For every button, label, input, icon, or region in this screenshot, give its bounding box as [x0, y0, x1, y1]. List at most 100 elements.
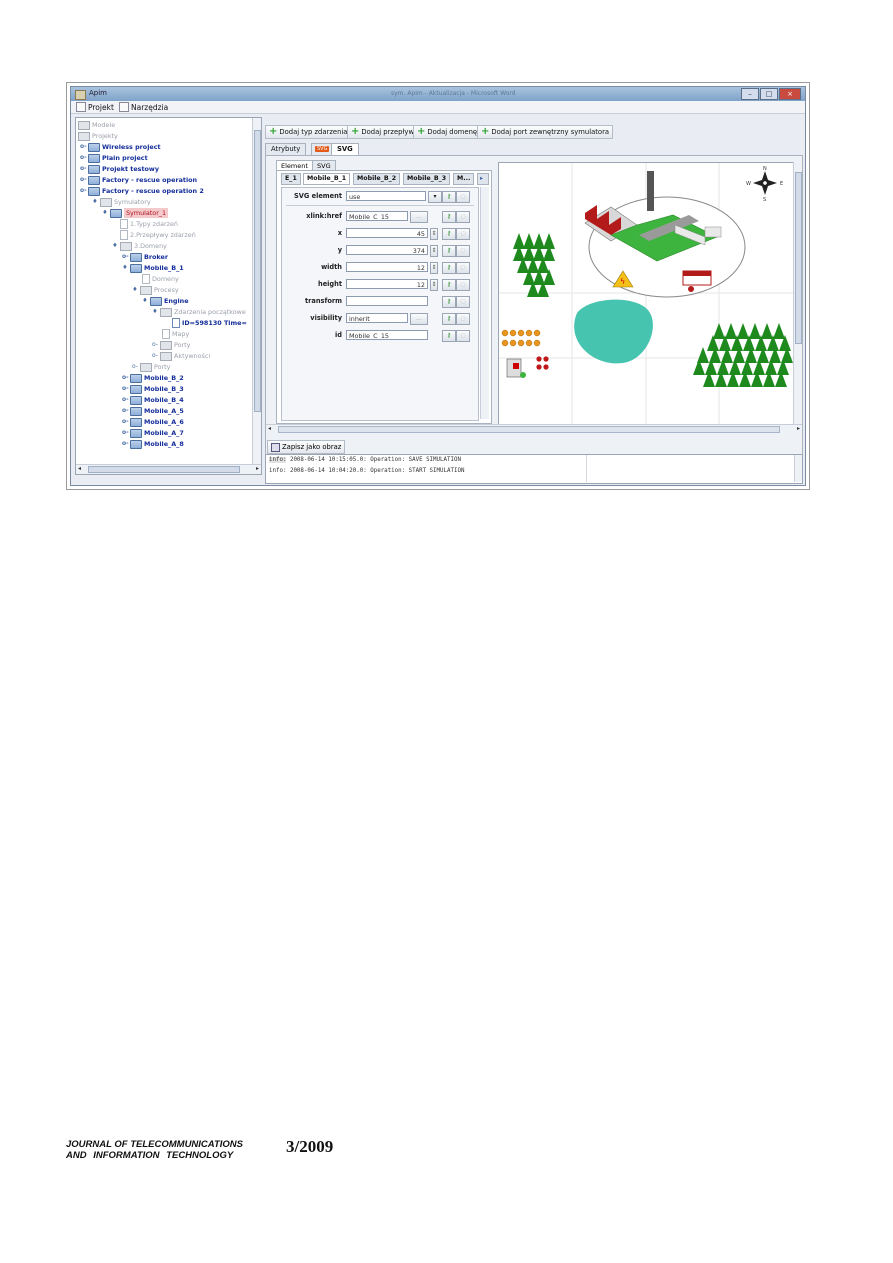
apply-key-icon[interactable]: ⚷ [442, 228, 456, 240]
apply-key-icon[interactable]: ⚷ [442, 262, 456, 274]
expand-handle-icon[interactable]: o- [122, 428, 129, 438]
tree-node-mobile-b-4[interactable]: o- Mobile_B_4 [122, 395, 184, 405]
scroll-left-icon[interactable]: ◂ [268, 425, 271, 432]
canvas-scroll-thumb[interactable] [795, 172, 802, 344]
collapse-handle-icon[interactable]: ♦ [132, 285, 138, 295]
canvas-horizontal-scrollbar[interactable]: ◂ ▸ [266, 424, 802, 434]
svg-canvas[interactable]: ϟ N S W E [498, 162, 794, 426]
tree-node-porty[interactable]: o- Porty [132, 362, 170, 372]
tree-hscroll-thumb[interactable] [88, 466, 240, 473]
width-field[interactable]: 12 [346, 262, 428, 272]
expand-handle-icon[interactable]: o- [122, 373, 129, 383]
scroll-right-icon[interactable]: ▸ [256, 465, 259, 472]
apply-key-icon[interactable]: ⚷ [442, 296, 456, 308]
scroll-left-icon[interactable]: ◂ [78, 465, 81, 472]
collapse-handle-icon[interactable]: ♦ [102, 208, 108, 218]
element-tab-mobile-b-2[interactable]: Mobile_B_2 [353, 173, 401, 185]
add-domain-button[interactable]: + Dodaj domenę [413, 125, 482, 139]
tree-node-domeny[interactable]: ♦ 3.Domeny [112, 241, 167, 251]
reset-icon[interactable]: ◌ [456, 313, 470, 325]
tree-node-symulatory[interactable]: ♦ Symulatory [92, 197, 151, 207]
tree-node-mobile-b-1[interactable]: ♦ Mobile_B_1 [122, 263, 184, 273]
tree-node-broker[interactable]: o- Broker [122, 252, 168, 262]
spinner-icon[interactable]: ⇕ [430, 262, 438, 274]
tree-node-domeny-sub[interactable]: Domeny [142, 274, 179, 284]
transform-field[interactable] [346, 296, 428, 306]
tree-node-mobile-a-6[interactable]: o- Mobile_A_6 [122, 417, 184, 427]
id-field[interactable]: Mobile_C_15 [346, 330, 428, 340]
spinner-icon[interactable]: ⇕ [430, 245, 438, 257]
tree-node-typy-zdarzen[interactable]: 1.Typy zdarzeń [120, 219, 178, 229]
tree-node-modele[interactable]: Modele [78, 120, 115, 130]
tree-node-engine[interactable]: ♦ Engine [142, 296, 189, 306]
spinner-icon[interactable]: ⇕ [430, 228, 438, 240]
element-tab-mobile-b-1[interactable]: Mobile_B_1 [303, 173, 351, 185]
tree-node-mobile-a-5[interactable]: o- Mobile_A_5 [122, 406, 184, 416]
tree-node-projekt-testowy[interactable]: o- Projekt testowy [80, 164, 159, 174]
log-scrollbar[interactable] [794, 455, 802, 482]
tree-node-mobile-b-2[interactable]: o- Mobile_B_2 [122, 373, 184, 383]
expand-handle-icon[interactable]: o- [132, 362, 138, 372]
element-tab-e1[interactable]: E_1 [281, 173, 301, 185]
tree-vertical-scrollbar[interactable] [252, 118, 261, 464]
element-tab-more[interactable]: M... [453, 173, 475, 185]
expand-handle-icon[interactable]: o- [122, 406, 129, 416]
reset-icon[interactable]: ◌ [456, 245, 470, 257]
tree-horizontal-scrollbar[interactable]: ◂ ▸ [76, 464, 261, 474]
tree-node-projekty[interactable]: Projekty [78, 131, 118, 141]
apply-key-icon[interactable]: ⚷ [442, 313, 456, 325]
apply-key-icon[interactable]: ⚷ [442, 211, 456, 223]
add-external-port-button[interactable]: + Dodaj port zewnętrzny symulatora [477, 125, 614, 139]
tabs-scroll-icon[interactable]: ▸ [477, 173, 489, 185]
expand-handle-icon[interactable]: o- [122, 417, 129, 427]
y-field[interactable]: 374 [346, 245, 428, 255]
svg-element-select[interactable]: use [346, 191, 426, 201]
tree-node-mobile-b-3[interactable]: o- Mobile_B_3 [122, 384, 184, 394]
save-as-image-button[interactable]: Zapisz jako obraz [267, 440, 346, 454]
tree-node-mapy[interactable]: Mapy [162, 329, 189, 339]
tree-node-symulator-1[interactable]: ♦ Symulator_1 [102, 208, 169, 218]
reset-icon[interactable]: ◌ [456, 279, 470, 291]
visibility-field[interactable]: inherit [346, 313, 408, 323]
collapse-handle-icon[interactable]: ♦ [142, 296, 148, 306]
canvas-hscroll-thumb[interactable] [278, 426, 780, 433]
attributes-scrollbar[interactable] [480, 187, 489, 419]
add-event-type-button[interactable]: + Dodaj typ zdarzenia [265, 125, 352, 139]
height-field[interactable]: 12 [346, 279, 428, 289]
hospital-icon[interactable] [506, 358, 526, 378]
expand-handle-icon[interactable]: o- [80, 153, 87, 163]
tree-node-procesy[interactable]: ♦ Procesy [132, 285, 179, 295]
collapse-handle-icon[interactable]: ♦ [112, 241, 118, 251]
collapse-handle-icon[interactable]: ♦ [122, 263, 128, 273]
reset-icon[interactable]: ◌ [456, 296, 470, 308]
browse-icon[interactable]: … [410, 211, 428, 223]
apply-key-icon[interactable]: ⚷ [442, 245, 456, 257]
close-icon[interactable]: × [779, 88, 801, 100]
expand-handle-icon[interactable]: o- [152, 340, 158, 350]
tree-node-mobile-a-8[interactable]: o- Mobile_A_8 [122, 439, 184, 449]
expand-handle-icon[interactable]: o- [80, 175, 87, 185]
tree-node-wireless-project[interactable]: o- Wireless project [80, 142, 161, 152]
tab-atrybuty[interactable]: Atrybuty [265, 143, 307, 155]
tree-node-event-id[interactable]: ID=598130 Time= [172, 318, 247, 328]
apply-key-icon[interactable]: ⚷ [442, 330, 456, 342]
reset-icon[interactable]: ◌ [456, 262, 470, 274]
collapse-handle-icon[interactable]: ♦ [152, 307, 158, 317]
maximize-icon[interactable]: □ [760, 88, 778, 100]
minimize-icon[interactable]: – [741, 88, 759, 100]
tree-node-mobile-a-7[interactable]: o- Mobile_A_7 [122, 428, 184, 438]
spinner-icon[interactable]: ⇕ [430, 279, 438, 291]
expand-handle-icon[interactable]: o- [122, 384, 129, 394]
expand-handle-icon[interactable]: o- [152, 351, 158, 361]
tree-node-plain-project[interactable]: o- Plain project [80, 153, 148, 163]
tree-node-factory-rescue-2[interactable]: o- Factory - rescue operation 2 [80, 186, 204, 196]
element-tab-mobile-b-3[interactable]: Mobile_B_3 [403, 173, 451, 185]
add-flow-button[interactable]: + Dodaj przepływ [347, 125, 418, 139]
apply-key-icon[interactable]: ⚷ [442, 279, 456, 291]
tree-node-zdarzenia-poczatkowe[interactable]: ♦ Zdarzenia początkowe [152, 307, 246, 317]
canvas-vertical-scrollbar[interactable] [793, 162, 802, 424]
expand-handle-icon[interactable]: o- [122, 395, 129, 405]
menu-narzedzia[interactable]: Narzędzia [119, 102, 168, 112]
expand-handle-icon[interactable]: o- [122, 252, 129, 262]
apply-key-icon[interactable]: ⚷ [442, 191, 456, 203]
